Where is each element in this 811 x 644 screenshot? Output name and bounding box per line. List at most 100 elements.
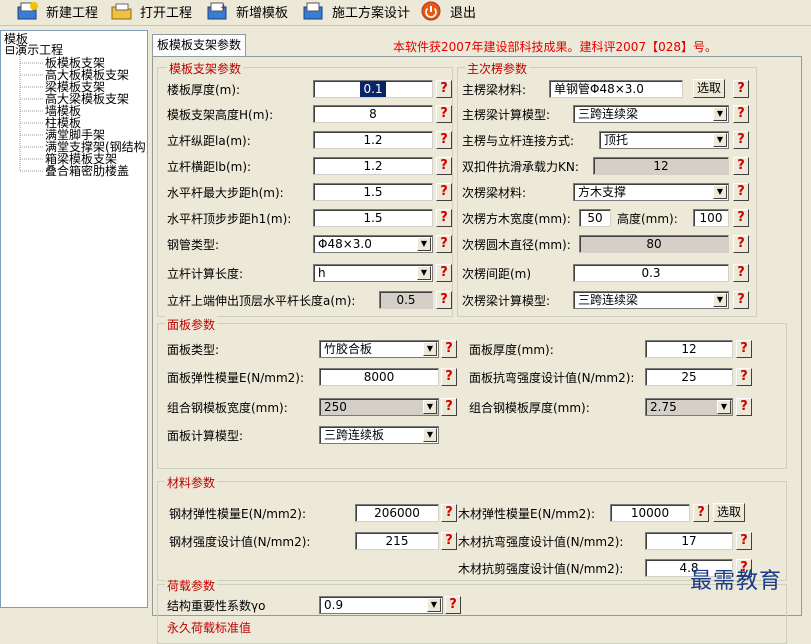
calc-length-value: h [318, 266, 326, 280]
help-button[interactable]: ? [736, 398, 752, 416]
help-button[interactable]: ? [693, 504, 709, 522]
slab-thickness-input[interactable]: 0.1 [313, 80, 433, 98]
connection-select[interactable]: 顶托 ▼ [599, 131, 729, 149]
help-button[interactable]: ? [436, 157, 452, 175]
exit-button[interactable]: 退出 [420, 0, 476, 22]
help-button[interactable]: ? [436, 80, 452, 98]
steel-width-select[interactable]: 250 ▼ [319, 398, 439, 416]
help-button[interactable]: ? [736, 340, 752, 358]
sub-material-select[interactable]: 方木支撑 ▼ [573, 183, 729, 201]
help-button[interactable]: ? [733, 80, 749, 98]
wood-width-label: 次楞方木宽度(mm): [462, 212, 571, 226]
steel-width-value: 250 [324, 400, 347, 414]
help-button[interactable]: ? [436, 131, 452, 149]
help-button[interactable]: ? [441, 398, 457, 416]
fastener-label: 双扣件抗滑承载力KN: [462, 160, 579, 174]
help-button[interactable]: ? [733, 105, 749, 123]
help-button[interactable]: ? [441, 504, 457, 522]
step-max-label: 水平杆最大步距h(m): [167, 186, 284, 200]
dropdown-arrow-icon[interactable]: ▼ [713, 293, 727, 307]
steel-modulus-input[interactable]: 206000 [355, 504, 439, 522]
step-top-input[interactable]: 1.5 [313, 209, 433, 227]
help-button[interactable]: ? [733, 183, 749, 201]
help-button[interactable]: ? [736, 532, 752, 550]
help-button[interactable]: ? [441, 368, 457, 386]
tree-item[interactable]: 叠合箱密肋楼盖 [45, 165, 129, 177]
help-button[interactable]: ? [736, 368, 752, 386]
main-model-select[interactable]: 三跨连续梁 ▼ [573, 105, 729, 123]
open-folder-icon [110, 1, 134, 21]
collapse-icon[interactable]: ⊟ [5, 43, 15, 57]
help-button[interactable]: ? [441, 532, 457, 550]
select-button[interactable]: 选取 [693, 79, 726, 98]
dropdown-arrow-icon[interactable]: ▼ [423, 342, 437, 356]
wood-bending-input[interactable]: 17 [645, 532, 733, 550]
calc-length-select[interactable]: h ▼ [313, 264, 433, 282]
help-button[interactable]: ? [436, 105, 452, 123]
plan-design-button[interactable]: 施工方案设计 [302, 0, 410, 22]
panel-model-select[interactable]: 三跨连续板 ▼ [319, 426, 439, 444]
new-project-button[interactable]: 新建工程 [16, 0, 98, 22]
select-button[interactable]: 选取 [713, 503, 746, 522]
panel-modulus-input[interactable]: 8000 [319, 368, 439, 386]
watermark-text: 最需教育 [690, 569, 783, 594]
fastener-input[interactable]: 12 [593, 157, 729, 175]
round-dia-input[interactable]: 80 [579, 235, 729, 253]
importance-value: 0.9 [324, 598, 344, 612]
help-button[interactable]: ? [733, 131, 749, 149]
open-project-button[interactable]: 打开工程 [110, 0, 192, 22]
help-button[interactable]: ? [733, 291, 749, 309]
dropdown-arrow-icon[interactable]: ▼ [417, 266, 431, 280]
panel-thickness-input[interactable]: 12 [645, 340, 733, 358]
dropdown-arrow-icon[interactable]: ▼ [713, 133, 727, 147]
wood-width-input[interactable]: 50 [579, 209, 611, 227]
tab-slab-support[interactable]: 板模板支架参数 [152, 34, 246, 56]
help-button[interactable]: ? [733, 209, 749, 227]
panel-type-select[interactable]: 竹胶合板 ▼ [319, 340, 439, 358]
dropdown-arrow-icon[interactable]: ▼ [423, 428, 437, 442]
add-template-icon: + [206, 1, 230, 21]
wood-height-input[interactable]: 100 [693, 209, 729, 227]
help-button[interactable]: ? [436, 291, 452, 309]
steel-thickness-select[interactable]: 2.75 ▼ [645, 398, 733, 416]
pole-long-input[interactable]: 1.2 [313, 131, 433, 149]
dropdown-arrow-icon[interactable]: ▼ [427, 598, 441, 612]
material-group-title: 材料参数 [165, 474, 218, 491]
dropdown-arrow-icon[interactable]: ▼ [713, 107, 727, 121]
help-button[interactable]: ? [733, 264, 749, 282]
dropdown-arrow-icon[interactable]: ▼ [713, 185, 727, 199]
help-button[interactable]: ? [436, 209, 452, 227]
spacing-input[interactable]: 0.3 [573, 264, 729, 282]
help-button[interactable]: ? [436, 235, 452, 253]
main-model-label: 主楞梁计算模型: [462, 108, 551, 122]
dropdown-arrow-icon[interactable]: ▼ [423, 400, 437, 414]
plan-design-label: 施工方案设计 [332, 5, 411, 21]
panel-strength-input[interactable]: 25 [645, 368, 733, 386]
importance-select[interactable]: 0.9 ▼ [319, 596, 443, 614]
steel-strength-input[interactable]: 215 [355, 532, 439, 550]
new-project-icon [16, 1, 40, 21]
help-button[interactable]: ? [733, 157, 749, 175]
help-button[interactable]: ? [445, 596, 461, 614]
main-material-input[interactable]: 单钢管Φ48×3.0 [549, 80, 683, 98]
round-dia-label: 次楞圆木直径(mm): [462, 238, 571, 252]
dropdown-arrow-icon[interactable]: ▼ [717, 400, 731, 414]
help-button[interactable]: ? [733, 235, 749, 253]
steel-width-label: 组合钢模板宽度(mm): [167, 401, 288, 415]
sub-model-select[interactable]: 三跨连续梁 ▼ [573, 291, 729, 309]
help-button[interactable]: ? [436, 264, 452, 282]
step-max-input[interactable]: 1.5 [313, 183, 433, 201]
extension-input[interactable]: 0.5 [379, 291, 433, 309]
help-button[interactable]: ? [436, 183, 452, 201]
steel-strength-label: 钢材强度设计值(N/mm2): [169, 535, 311, 549]
permanent-load-title: 永久荷载标准值 [165, 619, 254, 636]
support-height-input[interactable]: 8 [313, 105, 433, 123]
project-tree[interactable]: 模板 ⊟演示工程 板模板支架 高大板模板支架 梁模板支架 高大梁模板支架 墙模板… [0, 30, 148, 608]
pipe-type-select[interactable]: Φ48×3.0 ▼ [313, 235, 433, 253]
pole-trans-input[interactable]: 1.2 [313, 157, 433, 175]
add-template-button[interactable]: + 新增模板 [206, 0, 288, 22]
help-button[interactable]: ? [441, 340, 457, 358]
toolbar: 新建工程 打开工程 + 新增模板 施工方案设计 退出 [0, 0, 811, 26]
dropdown-arrow-icon[interactable]: ▼ [417, 237, 431, 251]
wood-modulus-input[interactable]: 10000 [610, 504, 690, 522]
